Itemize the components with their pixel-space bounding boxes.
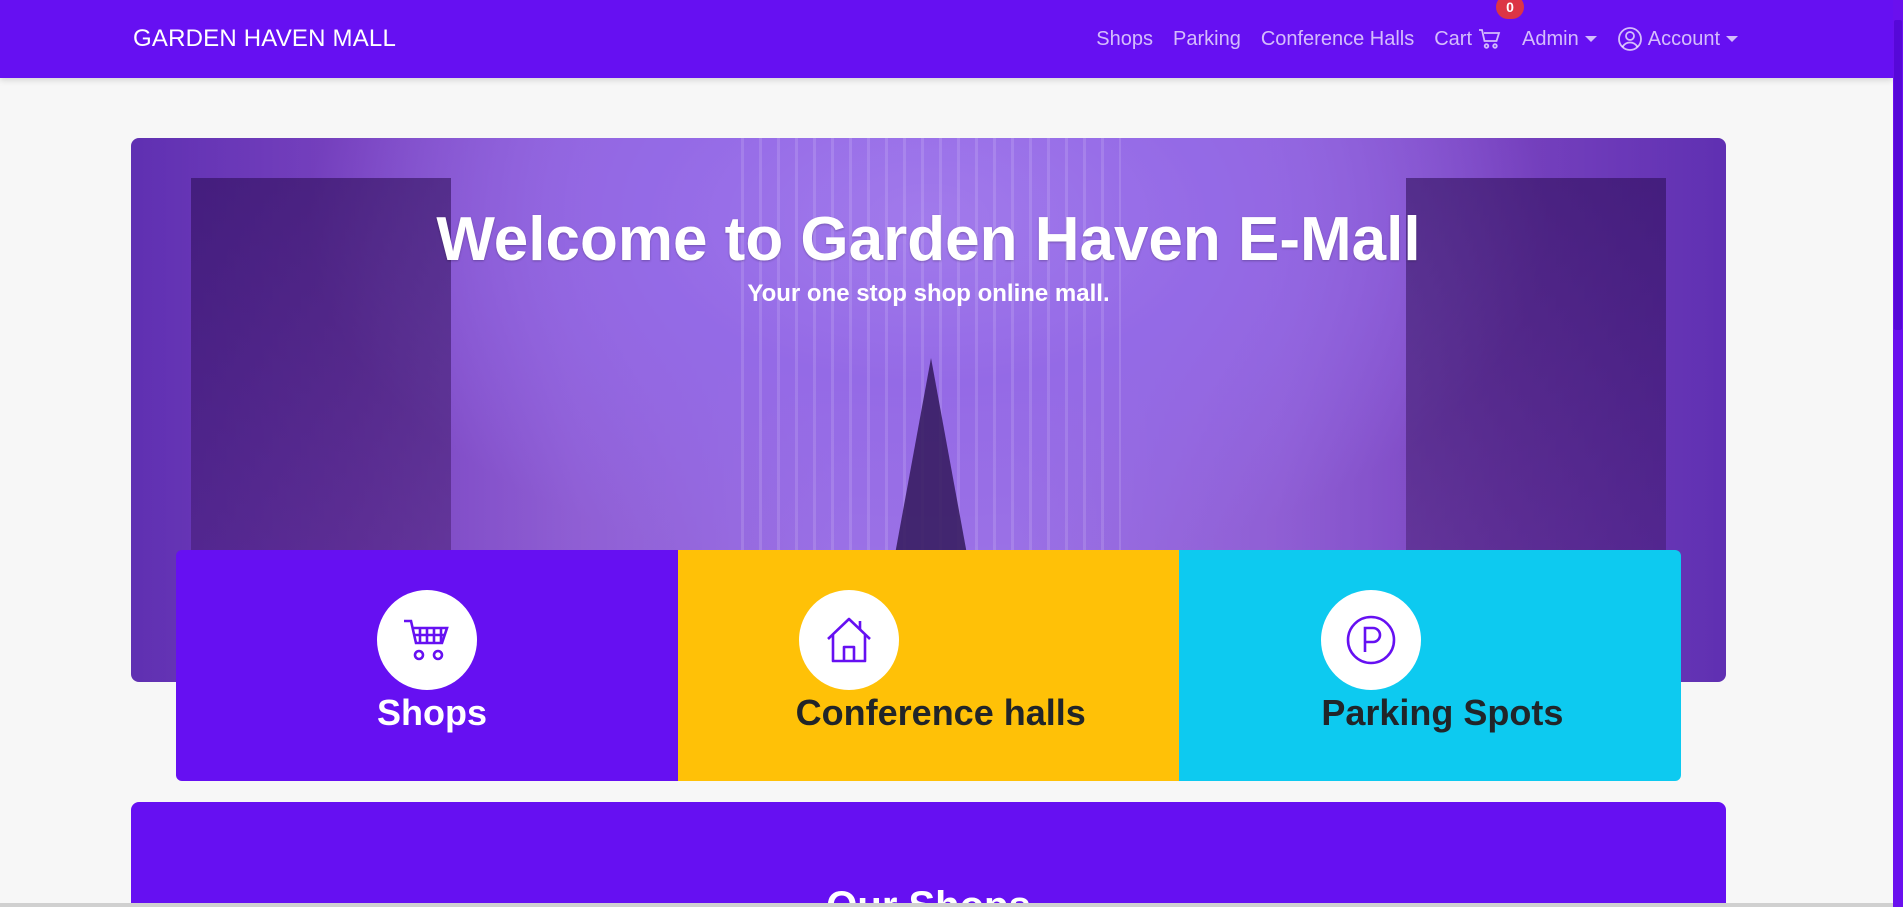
chevron-down-icon	[1584, 36, 1597, 42]
cart-label: Cart	[1434, 27, 1473, 50]
cart-icon: 0	[1478, 0, 1525, 50]
nav-dropdown-account[interactable]: Account	[1617, 26, 1738, 52]
tile-conference-halls-label: Conference halls	[795, 692, 1086, 733]
navbar: GARDEN HAVEN MALL Shops Parking Conferen…	[0, 0, 1893, 78]
vertical-scrollbar[interactable]	[1893, 0, 1903, 907]
shopping-cart-icon	[377, 590, 477, 690]
scrollbar-thumb[interactable]	[1894, 20, 1902, 330]
page: GARDEN HAVEN MALL Shops Parking Conferen…	[0, 0, 1903, 907]
our-shops-section: Our Shops	[131, 802, 1726, 907]
nav-link-conference-halls[interactable]: Conference Halls	[1261, 28, 1414, 51]
tile-shops[interactable]: Shops	[176, 550, 678, 781]
tile-parking-spots-label: Parking Spots	[1321, 692, 1564, 733]
brand-link[interactable]: GARDEN HAVEN MALL	[133, 25, 396, 53]
admin-label: Admin	[1522, 27, 1579, 50]
nav-link-cart[interactable]: Cart 0	[1434, 0, 1525, 51]
user-circle-icon	[1617, 26, 1643, 52]
parking-icon	[1321, 590, 1422, 690]
chevron-down-icon	[1726, 36, 1738, 42]
bottom-strip	[0, 903, 1893, 907]
hero-title: Welcome to Garden Haven E-Mall	[436, 205, 1421, 274]
nav-link-shops[interactable]: Shops	[1096, 28, 1153, 51]
cart-count-badge: 0	[1496, 0, 1525, 19]
tile-conference-halls[interactable]: Conference halls	[677, 550, 1180, 781]
tile-parking-spots[interactable]: Parking Spots	[1179, 550, 1681, 781]
nav-links: Shops Parking Conference Halls Cart 0 Ad…	[1096, 0, 1738, 78]
hero-subtitle: Your one stop shop online mall.	[747, 280, 1110, 307]
account-label: Account	[1647, 27, 1720, 50]
house-icon	[798, 590, 899, 690]
nav-dropdown-admin[interactable]: Admin	[1522, 28, 1597, 51]
tile-shops-label: Shops	[377, 692, 488, 733]
feature-tiles: Shops Conference halls Parking Spots	[176, 550, 1681, 781]
nav-link-parking[interactable]: Parking	[1173, 28, 1241, 51]
